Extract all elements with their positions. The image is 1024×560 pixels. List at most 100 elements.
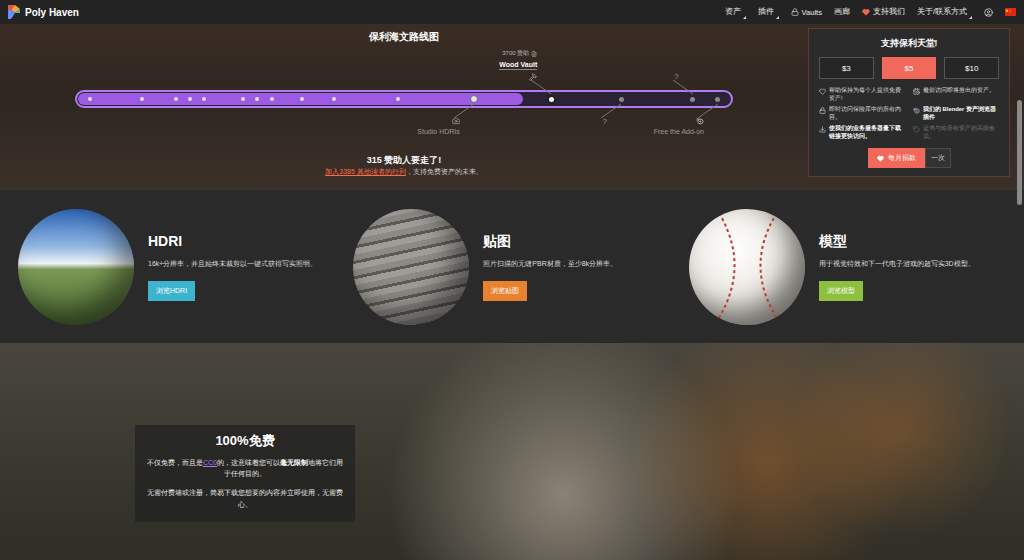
connector-line-icon xyxy=(531,80,551,94)
text-segment: 的，这意味着您可以 xyxy=(217,459,280,466)
connector-line-icon xyxy=(454,104,474,118)
free-paragraph: 不仅免费，而且是CC0的，这意味着您可以毫无限制地将它们用于任何目的。 xyxy=(145,457,345,479)
camera-icon xyxy=(452,117,460,125)
connector-line-icon xyxy=(601,104,621,118)
lock-icon xyxy=(819,107,826,114)
milestone-dot xyxy=(547,95,556,104)
nav-menu: 资产 插件 Vaults 画廊 支持我们 关于/联系方式 xyxy=(725,7,1016,17)
milestone-dot xyxy=(300,97,304,101)
logo-icon xyxy=(8,5,20,19)
roadmap-title: 保利海文路线图 xyxy=(369,30,439,44)
roadmap: Studio HDRIs 3700 赞助 Wood Vault?? Free the … xyxy=(75,44,733,145)
milestone-dot xyxy=(715,97,720,102)
ball-seam-icon xyxy=(689,209,805,325)
category-card: HDRI 16k+分辨率，并且始终未裁剪以一键式获得写实照明。浏览HDRI xyxy=(18,209,353,325)
milestone-name: Free the Add-on xyxy=(654,128,704,135)
amount-button[interactable]: $10 xyxy=(944,57,999,79)
document-icon xyxy=(531,51,537,57)
free-title: 100%免费 xyxy=(145,433,345,449)
perk-list: 帮助保持为每个人提供免费资产!最前访问即将推出的资产。即时访问保险库中的所有内容… xyxy=(819,87,999,140)
sponsor-count: 3700 赞助 xyxy=(502,49,537,58)
milestone-dot xyxy=(470,95,478,103)
category-band: HDRI 16k+分辨率，并且始终未裁剪以一键式获得写实照明。浏览HDRI 贴图照片… xyxy=(0,190,1024,343)
heart-icon xyxy=(862,8,870,16)
free-paragraph: 无需付费墙或注册，简易下载您想要的内容并立即使用，无需费心。 xyxy=(145,487,345,509)
free-box: 100%免费不仅免费，而且是CC0的，这意味着您可以毫无限制地将它们用于任何目的… xyxy=(135,425,355,522)
wood-icon xyxy=(529,73,537,81)
nav-item[interactable]: 插件 xyxy=(758,7,779,17)
china-flag-icon[interactable] xyxy=(1005,8,1016,16)
category-description: 16k+分辨率，并且始终未裁剪以一键式获得写实照明。 xyxy=(148,258,317,269)
blender-icon xyxy=(696,117,704,125)
scrollbar[interactable] xyxy=(1017,24,1022,560)
license-link[interactable]: CC0 xyxy=(203,459,217,466)
perk-item: 使我们的业务服务器量下载链接更快访问。 xyxy=(819,125,905,140)
one-time-button[interactable]: 一次 xyxy=(925,148,951,168)
milestone-name: Wood Vault xyxy=(499,61,537,70)
nav-item[interactable]: 支持我们 xyxy=(862,7,905,17)
calendar-icon xyxy=(913,88,920,95)
amount-options: $3 $5 $10 xyxy=(819,57,999,79)
connector-line-icon xyxy=(698,104,718,118)
connector-line-icon xyxy=(673,80,693,94)
amount-button[interactable]: $3 xyxy=(819,57,874,79)
heart-icon xyxy=(819,88,826,95)
milestone-label: Free the Add-on xyxy=(654,117,704,135)
nav-item[interactable]: 关于/联系方式 xyxy=(917,7,972,17)
text-segment: 毫无限制 xyxy=(280,459,308,466)
milestone-dot xyxy=(690,97,695,102)
category-description: 照片扫描的无缝PBR材质，至少8k分辨率。 xyxy=(483,258,617,269)
perk-item: 我们的 Blender 资产浏览器插件 xyxy=(913,106,999,121)
donate-title: 支持保利天堂! xyxy=(819,37,999,49)
milestone-dot xyxy=(174,97,178,101)
browse-button[interactable]: 浏览贴图 xyxy=(483,281,527,301)
browse-button[interactable]: 浏览模型 xyxy=(819,281,863,301)
account-icon[interactable] xyxy=(984,8,993,17)
milestone-dot xyxy=(88,97,92,101)
nav-item[interactable]: Vaults xyxy=(791,8,822,17)
milestone-dot xyxy=(140,97,144,101)
free-section: 100%免费不仅免费，而且是CC0的，这意味着您可以毫无限制地将它们用于任何目的… xyxy=(0,343,1024,560)
milestone-dot xyxy=(255,97,259,101)
category-title: 模型 xyxy=(819,232,847,250)
category-image[interactable] xyxy=(689,209,805,325)
monthly-donate-button[interactable]: 每月捐款 xyxy=(868,148,925,168)
milestone-label: ? xyxy=(674,72,678,81)
milestone-label: 3700 赞助 Wood Vault xyxy=(499,49,537,81)
nav-item[interactable]: 画廊 xyxy=(834,7,850,17)
category-title: HDRI xyxy=(148,232,182,250)
blender-icon xyxy=(913,107,920,114)
heart-icon xyxy=(877,155,884,162)
roadmap-track: Studio HDRIs3700 赞助Wood Vault??Free the … xyxy=(75,90,733,108)
vault-icon xyxy=(791,8,799,16)
category-description: 用于视觉特效和下一代电子游戏的超写实3D模型。 xyxy=(819,258,975,269)
download-icon xyxy=(819,126,826,133)
scrollbar-thumb[interactable] xyxy=(1017,100,1022,205)
donate-popup: 支持保利天堂! $3 $5 $10 帮助保持为每个人提供免费资产!最前访问即将推出的资产… xyxy=(808,28,1010,177)
tag-icon xyxy=(913,126,920,133)
milestone-label: Studio HDRIs xyxy=(417,117,459,135)
category-image[interactable] xyxy=(18,209,134,325)
text-segment: 无需付费墙或注册，简易下载您想要的内容并立即使用，无需费心。 xyxy=(147,489,343,507)
milestone-name: Studio HDRIs xyxy=(417,128,459,135)
top-bar: Poly Haven 资产 插件 Vaults 画廊 支持我们 关于/联系方式 xyxy=(0,0,1024,24)
brand[interactable]: Poly Haven xyxy=(8,5,79,19)
page: Poly Haven 资产 插件 Vaults 画廊 支持我们 关于/联系方式保利海文路线图… xyxy=(0,0,1024,560)
text-segment: 不仅免费，而且是 xyxy=(147,459,203,466)
category-card: 贴图照片扫描的无缝PBR材质，至少8k分辨率。浏览贴图 xyxy=(353,209,688,325)
browse-button[interactable]: 浏览HDRI xyxy=(148,281,195,301)
category-title: 贴图 xyxy=(483,232,511,250)
milestone-label: ? xyxy=(603,117,607,126)
perk-item: 最前访问即将推出的资产。 xyxy=(913,87,999,102)
perk-item: 证书与你所有资产的高级会员。 xyxy=(913,125,999,140)
category-image[interactable] xyxy=(353,209,469,325)
brand-name[interactable]: Poly Haven xyxy=(25,7,79,18)
join-line: 加入3385 其他读者的行列，支持免费资产的未来。 xyxy=(325,166,483,177)
perk-item: 即时访问保险库中的所有内容。 xyxy=(819,106,905,121)
amount-button[interactable]: $5 xyxy=(882,57,937,79)
nav-item[interactable]: 资产 xyxy=(725,7,746,17)
milestone-dot xyxy=(619,97,624,102)
category-card: 模型用于视觉特效和下一代电子游戏的超写实3D模型。浏览模型 xyxy=(689,209,1024,325)
join-link[interactable]: 加入3385 其他读者的行列 xyxy=(325,168,406,175)
sponsors-remaining: 315 赞助人要走了! xyxy=(367,154,442,166)
